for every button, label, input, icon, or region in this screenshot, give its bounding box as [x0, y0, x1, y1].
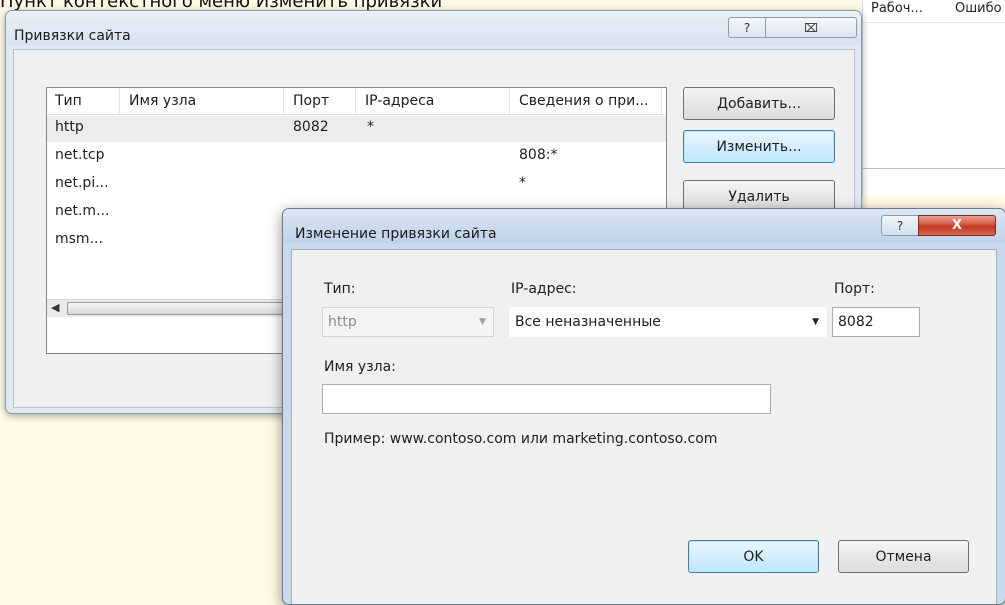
- help-icon: ?: [743, 20, 751, 35]
- column-separator[interactable]: [283, 88, 284, 114]
- binding-row-net-tcp[interactable]: net.tcp 808:*: [47, 144, 666, 170]
- edit-binding-title: Изменение привязки сайта: [295, 226, 497, 242]
- column-header-type[interactable]: Тип: [55, 93, 82, 109]
- close-icon: ⌧: [804, 20, 818, 35]
- site-bindings-help-button[interactable]: ?: [728, 17, 766, 38]
- scroll-left-arrow-icon[interactable]: ◀: [51, 301, 59, 314]
- background-column-worker: Рабоч...: [871, 1, 923, 16]
- background-window: Рабоч... Ошибо: [862, 0, 1005, 196]
- host-name-input[interactable]: [322, 384, 771, 414]
- column-separator[interactable]: [355, 88, 356, 114]
- binding-type: http: [55, 119, 84, 135]
- type-select[interactable]: http ▼: [322, 307, 494, 337]
- binding-type: net.pi...: [55, 175, 109, 191]
- cancel-button[interactable]: Отмена: [838, 540, 969, 573]
- site-bindings-title: Привязки сайта: [14, 28, 131, 44]
- background-divider: [863, 168, 1005, 169]
- help-icon: ?: [896, 218, 904, 233]
- column-header-info[interactable]: Сведения о при...: [519, 93, 649, 109]
- site-bindings-close-button[interactable]: ⌧: [765, 17, 857, 38]
- bindings-list-header: Тип Имя узла Порт IP-адреса Сведения о п…: [47, 88, 666, 115]
- edit-binding-help-button[interactable]: ?: [881, 215, 919, 236]
- column-header-ip[interactable]: IP-адреса: [365, 93, 434, 109]
- ok-button[interactable]: OK: [688, 540, 819, 573]
- binding-port: 8082: [293, 119, 329, 135]
- site-bindings-titlebar: Привязки сайта ? ⌧: [6, 11, 861, 45]
- binding-type: net.m...: [55, 203, 110, 219]
- background-header-row: Рабоч... Ошибо: [863, 0, 1005, 23]
- ip-address-label: IP-адрес:: [511, 281, 577, 297]
- edit-binding-button[interactable]: Изменить...: [683, 130, 835, 163]
- chevron-down-icon: ▼: [479, 317, 486, 327]
- chevron-down-icon[interactable]: ▼: [812, 317, 819, 327]
- binding-ip: *: [367, 119, 374, 135]
- column-header-host[interactable]: Имя узла: [129, 93, 196, 109]
- edit-binding-titlebar: Изменение привязки сайта ? X: [283, 209, 1005, 243]
- binding-row-net-pipe[interactable]: net.pi... *: [47, 172, 666, 198]
- host-name-label: Имя узла:: [324, 359, 396, 375]
- edit-binding-close-button[interactable]: X: [918, 215, 996, 236]
- ip-address-select[interactable]: Все неназначенные ▼: [509, 307, 827, 337]
- column-separator[interactable]: [119, 88, 120, 114]
- background-column-errors: Ошибо: [955, 1, 1002, 16]
- binding-type: msm...: [55, 231, 103, 247]
- binding-info: *: [519, 175, 526, 191]
- port-label: Порт:: [834, 281, 875, 297]
- scrollbar-thumb[interactable]: [67, 302, 309, 315]
- binding-row-http[interactable]: http 8082 *: [47, 116, 666, 142]
- edit-binding-client-area: Тип: http ▼ IP-адрес: Все неназначенные …: [291, 249, 997, 604]
- type-label: Тип:: [324, 281, 356, 297]
- binding-type: net.tcp: [55, 147, 105, 163]
- host-name-example: Пример: www.contoso.com или marketing.co…: [324, 431, 718, 447]
- column-separator[interactable]: [661, 88, 662, 114]
- port-input[interactable]: [832, 307, 920, 337]
- type-select-value: http: [328, 314, 357, 330]
- column-header-port[interactable]: Порт: [293, 93, 329, 109]
- ip-address-select-value: Все неназначенные: [515, 314, 661, 330]
- edit-binding-dialog: Изменение привязки сайта ? X Тип: http ▼…: [282, 208, 1005, 605]
- binding-info: 808:*: [519, 147, 558, 163]
- add-binding-button[interactable]: Добавить...: [683, 87, 835, 120]
- column-separator[interactable]: [509, 88, 510, 114]
- close-icon: X: [951, 218, 963, 233]
